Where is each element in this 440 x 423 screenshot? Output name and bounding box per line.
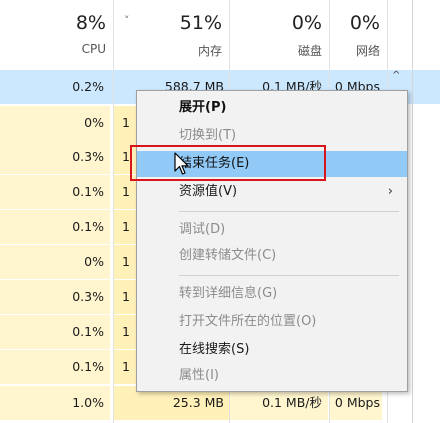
memory-total-percent: 51% [179,12,222,34]
disk-column-header[interactable]: 0% 磁盘 [230,0,330,68]
menu-item-properties[interactable]: 属性(I) [137,363,407,389]
menu-item-create-dump[interactable]: 创建转储文件(C) [137,243,407,269]
column-header-bar: 8% CPU ˅ 51% 内存 0% 磁盘 0% 网络 [0,0,440,68]
cpu-cell: 0.1% [0,350,110,384]
cpu-column-header[interactable]: 8% CPU [0,0,114,68]
cpu-cell: 0.1% [0,175,110,209]
memory-column-header[interactable]: ˅ 51% 内存 [114,0,230,68]
cpu-cell: 0.3% [0,140,110,174]
cpu-column-label: CPU [81,42,106,56]
disk-column-label: 磁盘 [297,44,322,58]
context-menu: 展开(P) 切换到(T) 结束任务(E) 资源值(V) › 调试(D) 创建转储… [136,90,408,392]
cpu-cell: 0% [0,245,110,279]
menu-item-open-file-location[interactable]: 打开文件所在的位置(O) [137,309,407,335]
network-column-header[interactable]: 0% 网络 [330,0,388,68]
menu-separator [179,275,399,276]
column-divider [113,0,114,423]
network-column-label: 网络 [355,44,380,58]
sort-descending-icon: ˅ [124,14,130,27]
menu-item-go-to-details[interactable]: 转到详细信息(G) [137,281,407,307]
menu-item-label: 资源值(V) [179,184,238,199]
menu-item-search-online[interactable]: 在线搜索(S) [137,337,407,363]
network-total-percent: 0% [349,12,380,34]
cpu-cell: 0.2% [0,70,110,104]
scrollbar-track-edge [412,0,413,423]
collapse-caret-icon[interactable]: ^ [392,70,400,81]
submenu-arrow-icon: › [387,184,393,199]
mouse-pointer-icon [174,152,189,175]
cpu-cell: 0.3% [0,280,110,314]
cpu-total-percent: 8% [75,12,106,34]
cpu-cell: 0.1% [0,315,110,349]
task-manager-process-grid: 8% CPU ˅ 51% 内存 0% 磁盘 0% 网络 0.2% 588.7 M… [0,0,440,423]
memory-column-label: 内存 [197,44,222,58]
highlight-callout-box [130,145,326,181]
disk-total-percent: 0% [291,12,322,34]
menu-item-expand[interactable]: 展开(P) [137,95,407,121]
menu-separator [179,211,399,212]
cpu-cell: 0.1% [0,210,110,244]
menu-item-resource-values[interactable]: 资源值(V) › [137,179,407,205]
menu-item-debug[interactable]: 调试(D) [137,217,407,243]
cpu-cell: 1.0% [0,386,110,420]
cpu-cell: 0% [0,106,110,140]
